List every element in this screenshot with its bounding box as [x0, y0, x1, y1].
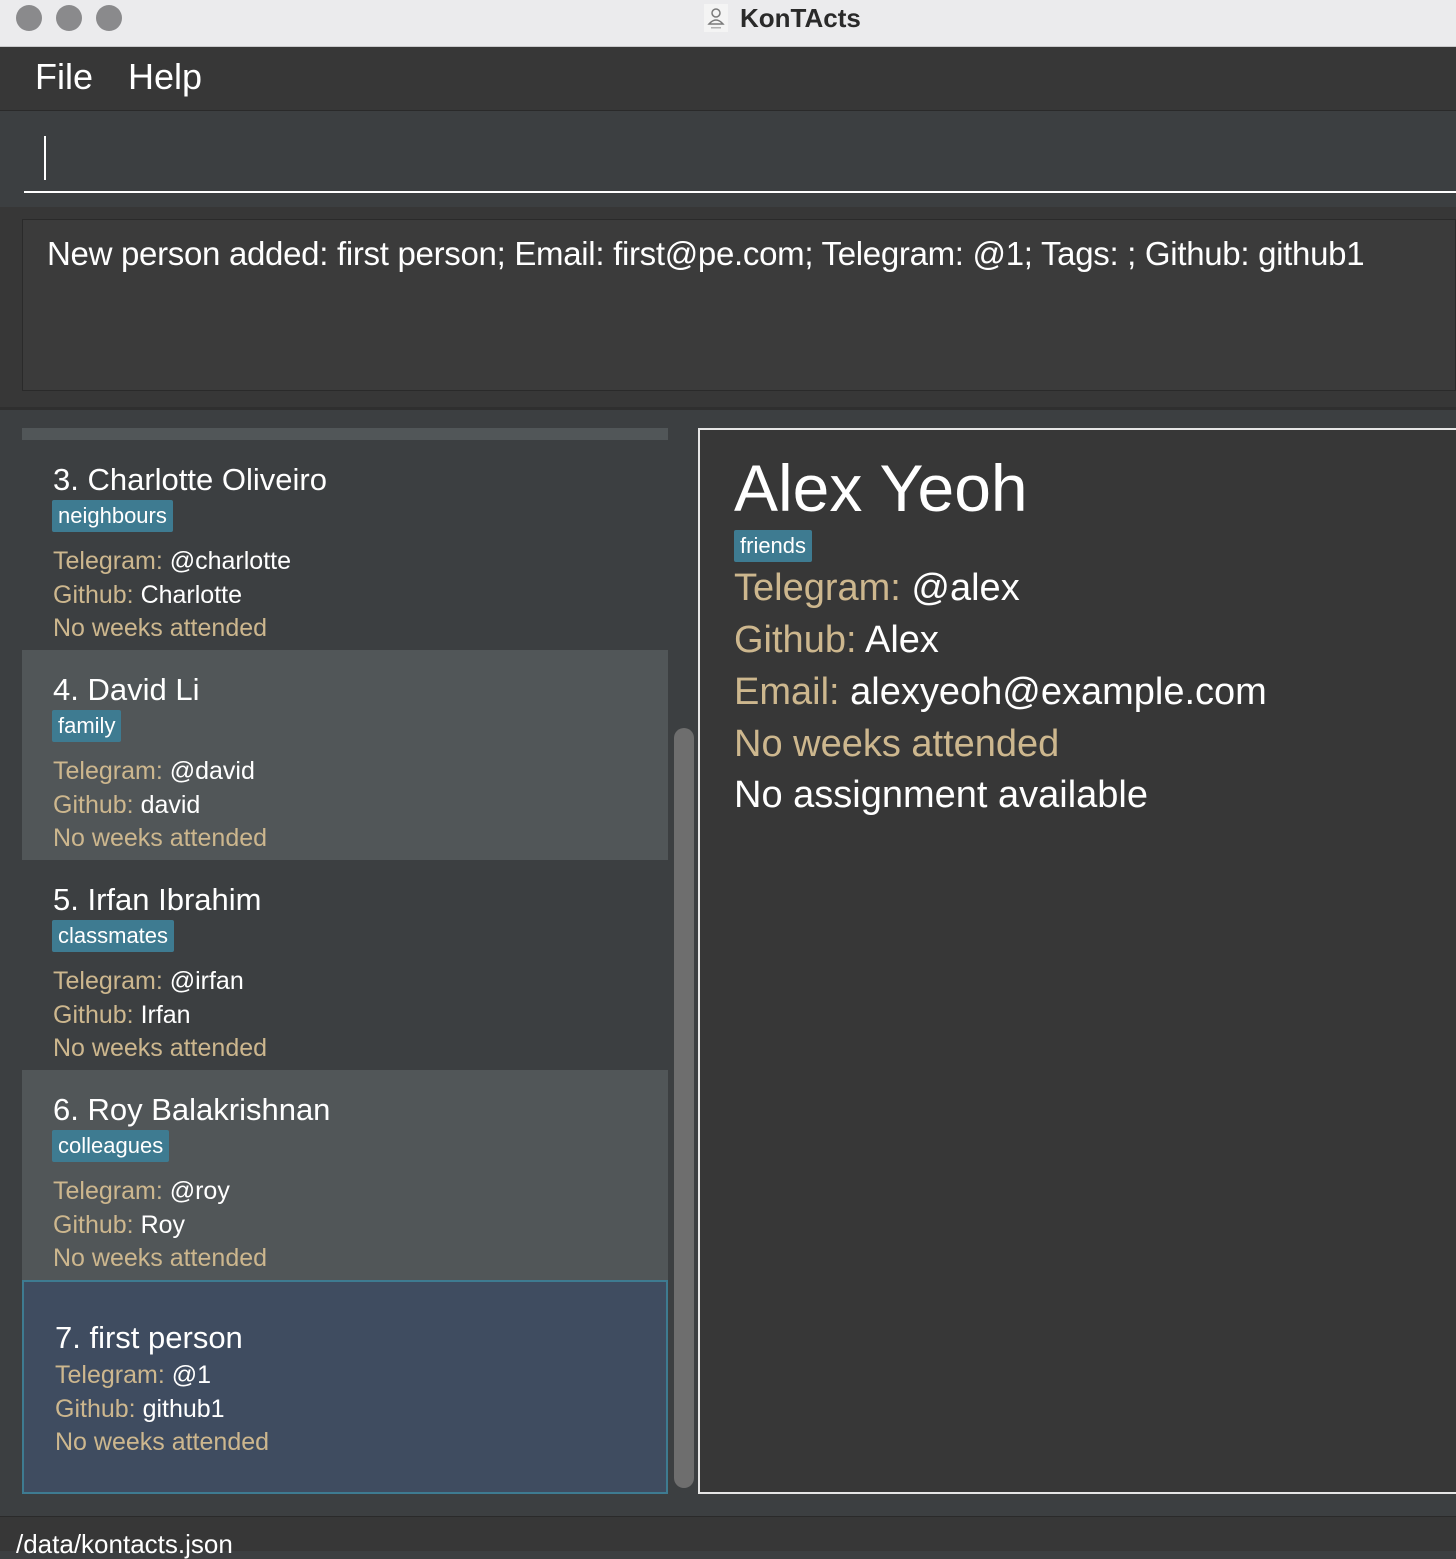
app-logo-icon [704, 4, 728, 32]
maximize-window-button[interactable] [96, 5, 122, 31]
person-name: 5. Irfan Ibrahim [53, 882, 262, 917]
telegram-label: Telegram: [53, 1177, 163, 1205]
person-name: 7. first person [55, 1320, 243, 1355]
github-row: Github: github1 [55, 1394, 225, 1424]
telegram-row: Telegram: @charlotte [53, 546, 291, 576]
github-row: Github: Roy [53, 1210, 185, 1240]
telegram-value: @david [169, 757, 255, 785]
weeks-attended: No weeks attended [53, 614, 268, 642]
tag-badge: family [52, 710, 122, 742]
telegram-value: @1 [171, 1361, 212, 1389]
weeks-attended: No weeks attended [53, 1244, 268, 1272]
tag-badge: classmates [52, 920, 175, 952]
person-name: 3. Charlotte Oliveiro [53, 462, 327, 497]
email-label: Email: [734, 671, 840, 713]
github-label: Github: [734, 619, 857, 661]
person-detail-panel: Alex Yeoh friends Telegram: @alex Github… [698, 428, 1456, 1494]
telegram-value: @roy [169, 1177, 230, 1205]
github-label: Github: [53, 1211, 134, 1239]
previous-card-edge[interactable] [22, 428, 668, 440]
telegram-row: Telegram: @irfan [53, 966, 244, 996]
person-list[interactable]: 3. Charlotte Oliveiro neighbours Telegra… [22, 428, 668, 1494]
result-display-area: New person added: first person; Email: f… [0, 207, 1456, 410]
telegram-value: @alex [911, 567, 1020, 609]
detail-tag-badge: friends [734, 530, 813, 562]
detail-github-row: Github: Alex [734, 618, 939, 662]
person-card-5[interactable]: 5. Irfan Ibrahim classmates Telegram: @i… [22, 860, 668, 1070]
github-row: Github: Charlotte [53, 580, 242, 610]
github-row: Github: Irfan [53, 1000, 191, 1030]
telegram-label: Telegram: [55, 1361, 165, 1389]
command-input[interactable] [24, 127, 1456, 193]
github-row: Github: david [53, 790, 200, 820]
detail-name: Alex Yeoh [734, 451, 1028, 525]
github-value: david [140, 791, 201, 819]
github-value: Alex [865, 619, 939, 661]
status-file-path: /data/kontacts.json [16, 1529, 233, 1559]
telegram-row: Telegram: @1 [55, 1360, 211, 1390]
person-card-6[interactable]: 6. Roy Balakrishnan colleagues Telegram:… [22, 1070, 668, 1280]
person-card-7-selected[interactable]: 7. first person Telegram: @1 Github: git… [22, 1280, 668, 1494]
close-window-button[interactable] [16, 5, 42, 31]
telegram-row: Telegram: @roy [53, 1176, 230, 1206]
github-value: Charlotte [140, 581, 243, 609]
github-value: github1 [142, 1395, 225, 1423]
minimize-window-button[interactable] [56, 5, 82, 31]
github-label: Github: [53, 1001, 134, 1029]
menu-bar: File Help [0, 47, 1456, 111]
telegram-label: Telegram: [734, 567, 901, 609]
title-bar: KonTActs [0, 0, 1456, 47]
telegram-row: Telegram: @david [53, 756, 255, 786]
email-value: alexyeoh@example.com [850, 671, 1267, 713]
text-caret [44, 136, 46, 180]
weeks-attended: No weeks attended [53, 824, 268, 852]
person-card-3[interactable]: 3. Charlotte Oliveiro neighbours Telegra… [22, 440, 668, 650]
github-value: Irfan [140, 1001, 191, 1029]
github-label: Github: [53, 581, 134, 609]
result-display[interactable]: New person added: first person; Email: f… [22, 219, 1456, 391]
telegram-label: Telegram: [53, 547, 163, 575]
telegram-label: Telegram: [53, 967, 163, 995]
window-title: KonTActs [740, 3, 861, 33]
command-box [0, 111, 1456, 208]
result-message: New person added: first person; Email: f… [47, 235, 1365, 272]
menu-file[interactable]: File [35, 57, 93, 97]
github-label: Github: [55, 1395, 136, 1423]
detail-weeks-attended: No weeks attended [734, 723, 1060, 765]
status-bar: /data/kontacts.json [0, 1516, 1456, 1559]
telegram-value: @charlotte [169, 547, 291, 575]
github-value: Roy [140, 1211, 186, 1239]
tag-badge: neighbours [52, 500, 173, 532]
list-scrollbar[interactable] [674, 728, 694, 1488]
telegram-label: Telegram: [53, 757, 163, 785]
detail-telegram-row: Telegram: @alex [734, 566, 1020, 610]
person-card-4[interactable]: 4. David Li family Telegram: @david Gith… [22, 650, 668, 860]
person-name: 6. Roy Balakrishnan [53, 1092, 331, 1127]
tag-badge: colleagues [52, 1130, 170, 1162]
menu-help[interactable]: Help [128, 57, 202, 97]
detail-email-row: Email: alexyeoh@example.com [734, 670, 1267, 714]
weeks-attended: No weeks attended [55, 1428, 270, 1456]
github-label: Github: [53, 791, 134, 819]
telegram-value: @irfan [169, 967, 244, 995]
detail-assignment: No assignment available [734, 774, 1149, 816]
person-name: 4. David Li [53, 672, 200, 707]
weeks-attended: No weeks attended [53, 1034, 268, 1062]
